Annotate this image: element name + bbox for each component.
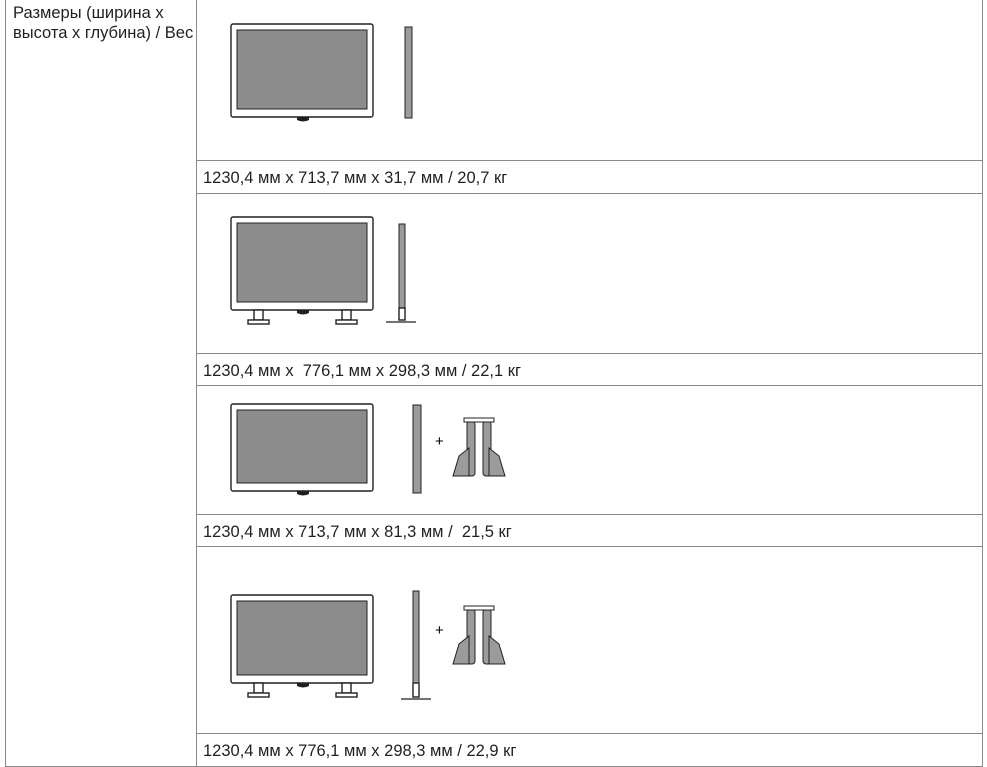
plus-sign: + xyxy=(435,433,444,450)
bracket-stand-icon xyxy=(452,605,506,665)
monitor-front-view xyxy=(230,403,374,496)
monitor-front-side-drawing-4: + xyxy=(230,590,506,700)
spec-value-row-2: 1230,4 мм x 776,1 мм x 298,3 мм / 22,1 к… xyxy=(197,354,983,386)
monitor-front-view xyxy=(230,23,374,122)
spec-value-3: 1230,4 мм x 713,7 мм x 81,3 мм / 21,5 кг xyxy=(203,523,512,541)
monitor-side-view xyxy=(404,26,413,119)
monitor-front-side-drawing-3: + xyxy=(230,403,506,496)
drawing-cell-4: + xyxy=(197,547,983,734)
spec-value-1: 1230,4 мм x 713,7 мм x 31,7 мм / 20,7 кг xyxy=(203,169,508,187)
drawing-cell-2 xyxy=(197,194,983,354)
monitor-front-side-drawing-1 xyxy=(230,23,413,122)
dimensions-weight-table: Размеры (ширина х высота х глубина) / Ве… xyxy=(5,0,983,767)
monitor-front-view-with-stand xyxy=(230,216,374,325)
spec-label: Размеры (ширина х высота х глубина) / Ве… xyxy=(13,4,194,42)
monitor-side-view-with-stand xyxy=(401,590,431,700)
plus-sign: + xyxy=(435,622,444,639)
monitor-side-view xyxy=(412,404,422,494)
spec-value-2: 1230,4 мм x 776,1 мм x 298,3 мм / 22,1 к… xyxy=(203,362,521,380)
spec-value-row-4: 1230,4 мм x 776,1 мм x 298,3 мм / 22,9 к… xyxy=(197,734,983,767)
spec-value-4: 1230,4 мм x 776,1 мм x 298,3 мм / 22,9 к… xyxy=(203,742,517,760)
monitor-front-side-drawing-2 xyxy=(230,216,416,325)
monitor-side-view-with-stand xyxy=(386,223,416,323)
drawing-cell-1 xyxy=(197,0,983,161)
drawing-cell-3: + xyxy=(197,386,983,515)
spec-value-row-3: 1230,4 мм x 713,7 мм x 81,3 мм / 21,5 кг xyxy=(197,515,983,547)
monitor-front-view-with-stand xyxy=(230,594,374,698)
spec-label-cell: Размеры (ширина х высота х глубина) / Ве… xyxy=(5,0,197,767)
bracket-stand-icon xyxy=(452,417,506,477)
spec-value-row-1: 1230,4 мм x 713,7 мм x 31,7 мм / 20,7 кг xyxy=(197,161,983,194)
